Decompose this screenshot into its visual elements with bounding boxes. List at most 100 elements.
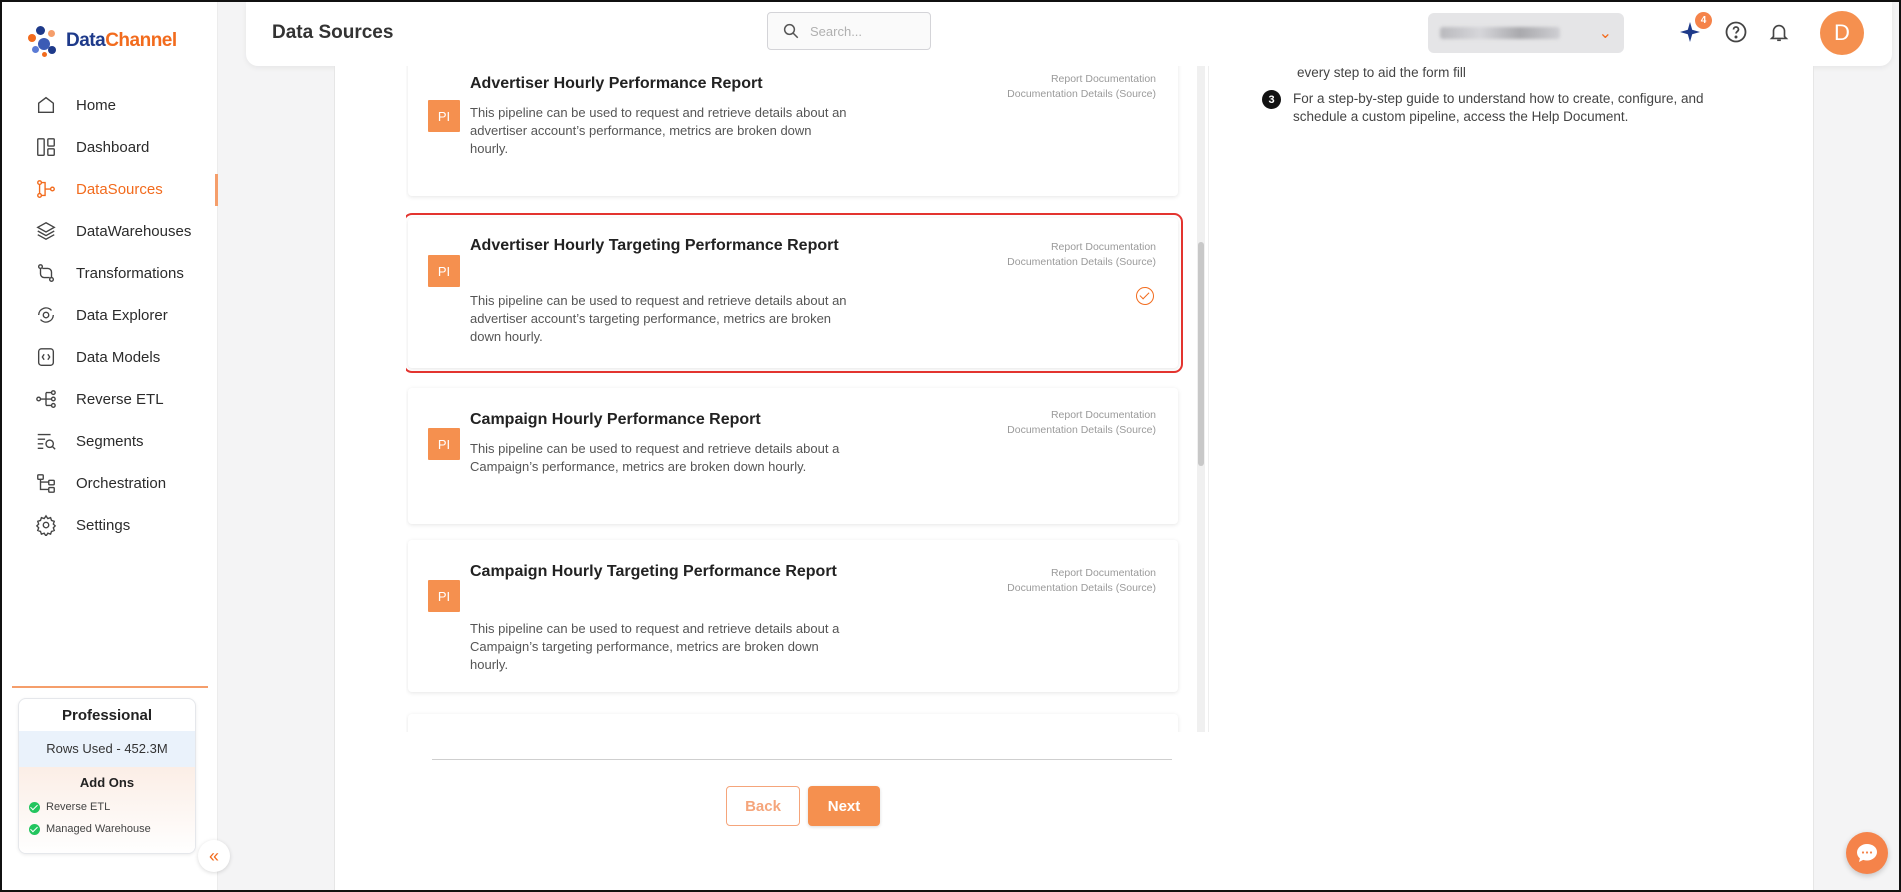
help-step-text: For a step-by-step guide to understand h… [1293, 91, 1704, 124]
help-button[interactable] [1722, 18, 1750, 46]
report-description: This pipeline can be used to request and… [470, 293, 847, 344]
report-description: This pipeline can be used to request and… [470, 621, 840, 672]
sidebar-item-datasources[interactable]: DataSources [2, 168, 218, 210]
sidebar-item-settings[interactable]: Settings [2, 504, 218, 546]
report-card[interactable]: PI Campaign Hourly Targeting Performance… [408, 540, 1178, 692]
sidebar-item-label: Dashboard [76, 138, 150, 156]
documentation-details-link[interactable]: Documentation Details (Source) [1007, 581, 1156, 596]
search-box[interactable] [767, 12, 931, 50]
bell-icon [1769, 24, 1789, 42]
notification-badge: 4 [1695, 12, 1712, 29]
report-icon: PI [428, 100, 460, 132]
sidebar-item-data-explorer[interactable]: Data Explorer [2, 294, 218, 336]
report-card-selected[interactable]: PI Advertiser Hourly Targeting Performan… [406, 213, 1183, 373]
chat-support-button[interactable] [1846, 832, 1888, 874]
report-documentation-link[interactable]: Report Documentation [1007, 240, 1156, 255]
sidebar-item-home[interactable]: Home [2, 84, 218, 126]
report-icon: PI [428, 428, 460, 460]
report-documentation-link[interactable]: Report Documentation [1007, 408, 1156, 423]
sidebar-item-label: Settings [76, 516, 131, 534]
report-links: Report Documentation Documentation Detai… [1007, 566, 1156, 596]
sidebar-item-label: DataSources [76, 180, 163, 198]
report-links: Report Documentation Documentation Detai… [1007, 72, 1156, 102]
step-number: 3 [1262, 90, 1281, 109]
workspace-blurred-name [1440, 27, 1560, 39]
documentation-details-link[interactable]: Documentation Details (Source) [1007, 255, 1156, 270]
top-header: Data Sources ⌄ 4 D [246, 2, 1892, 66]
sidebar-item-label: Segments [76, 432, 144, 450]
sidebar-item-label: Reverse ETL [76, 390, 164, 408]
plan-name: Professional [61, 707, 153, 724]
report-title: Advertiser Hourly Performance Report [470, 75, 763, 92]
logo[interactable]: DataChannel [26, 22, 177, 60]
workspace-selector[interactable]: ⌄ [1428, 13, 1624, 53]
transform-icon [34, 261, 58, 285]
sidebar-item-label: Data Models [76, 348, 161, 366]
chevron-down-icon: ⌄ [1598, 25, 1612, 42]
back-button[interactable]: Back [726, 786, 800, 826]
report-title: Campaign Hourly Targeting Performance Re… [470, 563, 837, 580]
home-icon [34, 93, 58, 117]
report-documentation-link[interactable]: Report Documentation [1007, 566, 1156, 581]
help-icon [1725, 21, 1747, 43]
search-input[interactable] [810, 23, 910, 39]
addons-section: Add Ons Reverse ETL Managed Warehouse [19, 767, 195, 853]
dashboard-icon [34, 135, 58, 159]
logo-text: DataChannel [66, 30, 177, 51]
sidebar-item-datawarehouses[interactable]: DataWarehouses [2, 210, 218, 252]
orchestration-icon [34, 471, 58, 495]
footer-divider [432, 759, 1172, 760]
sidebar-item-label: Home [76, 96, 117, 114]
help-step-3: 3 For a step-by-step guide to understand… [1262, 90, 1742, 126]
sidebar-item-label: Orchestration [76, 474, 167, 492]
addon-item: Managed Warehouse [19, 818, 195, 840]
sidebar-item-transformations[interactable]: Transformations [2, 252, 218, 294]
search-icon [783, 23, 799, 39]
report-title: Advertiser Hourly Targeting Performance … [470, 237, 839, 254]
ai-sparkle-button[interactable]: 4 [1676, 12, 1712, 46]
scrollbar-thumb[interactable] [1198, 242, 1204, 466]
datachannel-logo-icon [26, 22, 60, 60]
report-icon: PI [428, 255, 460, 287]
sidebar-item-orchestration[interactable]: Orchestration [2, 462, 218, 504]
models-icon [34, 345, 58, 369]
report-documentation-link[interactable]: Report Documentation [1007, 72, 1156, 87]
rows-used: Rows Used - 452.3M [19, 731, 195, 767]
sidebar-item-dashboard[interactable]: Dashboard [2, 126, 218, 168]
addons-title: Add Ons [79, 775, 135, 790]
double-chevron-left-icon: « [208, 845, 219, 866]
sidebar-item-label: Transformations [76, 264, 184, 282]
documentation-details-link[interactable]: Documentation Details (Source) [1007, 87, 1156, 102]
report-links: Report Documentation Documentation Detai… [1007, 408, 1156, 438]
report-card[interactable]: PI Advertiser Hourly Performance Report … [408, 66, 1178, 196]
layers-icon [34, 219, 58, 243]
collapse-sidebar-button[interactable]: « [198, 840, 230, 872]
sidebar-item-reverse-etl[interactable]: Reverse ETL [2, 378, 218, 420]
report-links: Report Documentation Documentation Detai… [1007, 240, 1156, 270]
plan-card: Professional Rows Used - 452.3M Add Ons … [18, 698, 196, 854]
help-partial-line: every step to aid the form fill [1297, 65, 1466, 80]
user-avatar[interactable]: D [1820, 11, 1864, 55]
sidebar: DataChannel Home Dashboard DataSources D… [2, 2, 218, 890]
plan-divider [12, 686, 208, 688]
report-description: This pipeline can be used to request and… [470, 441, 840, 474]
check-circle-icon [29, 823, 40, 835]
next-button[interactable]: Next [808, 786, 880, 826]
help-panel: every step to aid the form fill 3 For a … [1262, 58, 1742, 126]
report-list[interactable]: PI Advertiser Hourly Performance Report … [406, 66, 1206, 732]
explorer-icon [34, 303, 58, 327]
report-card[interactable]: PI Campaign Hourly Performance Report Th… [408, 388, 1178, 524]
report-description: This pipeline can be used to request and… [470, 105, 847, 156]
report-card[interactable] [408, 714, 1178, 732]
notifications-button[interactable] [1765, 18, 1793, 46]
addon-label: Reverse ETL [46, 801, 111, 813]
sidebar-item-label: DataWarehouses [76, 222, 192, 240]
sidebar-item-segments[interactable]: Segments [2, 420, 218, 462]
panel-divider [1208, 66, 1209, 732]
page-title: Data Sources [272, 22, 394, 43]
sidebar-item-data-models[interactable]: Data Models [2, 336, 218, 378]
reverse-etl-icon [34, 387, 58, 411]
addon-item: Reverse ETL [19, 796, 195, 818]
gear-icon [34, 513, 58, 537]
documentation-details-link[interactable]: Documentation Details (Source) [1007, 423, 1156, 438]
